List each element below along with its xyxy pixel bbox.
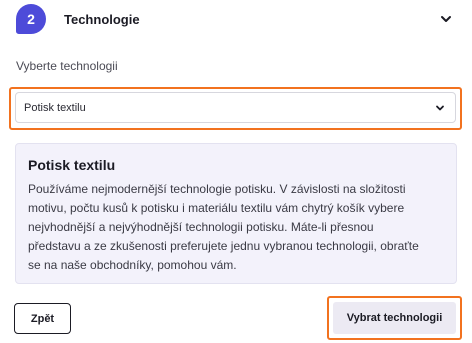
chevron-down-icon [436, 105, 444, 111]
technology-info-card: Potisk textilu Používáme nejmodernější t… [15, 143, 457, 284]
step-title: Technologie [64, 11, 140, 27]
chevron-down-icon[interactable] [440, 13, 452, 25]
technology-select[interactable]: Potisk textilu [15, 92, 456, 123]
select-technology-button[interactable]: Vybrat technologii [333, 302, 456, 334]
technology-select-value: Potisk textilu [24, 101, 86, 114]
info-title: Potisk textilu [28, 157, 116, 173]
step-number-badge: 2 [16, 4, 46, 34]
step-header[interactable]: 2 Technologie [16, 4, 456, 34]
back-button[interactable]: Zpět [14, 303, 71, 334]
info-description: Používáme nejmodernější technologie poti… [28, 182, 419, 272]
technology-field-label: Vyberte technologii [16, 59, 118, 73]
